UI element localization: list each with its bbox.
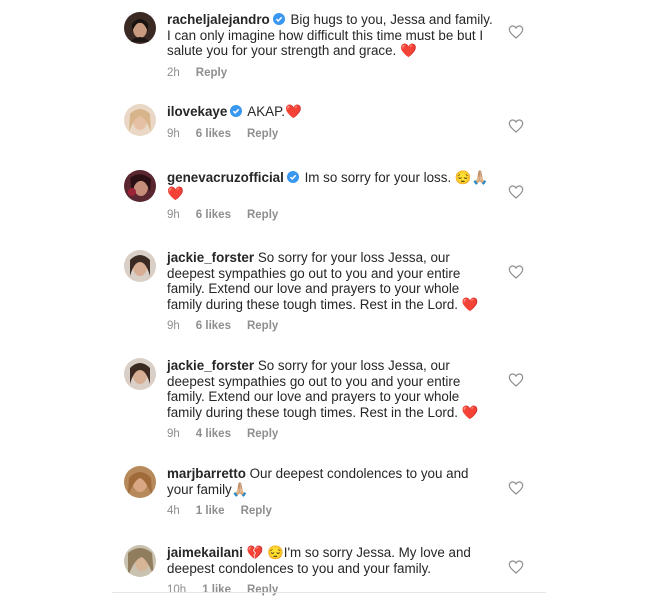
like-heart-icon[interactable] [508, 372, 524, 388]
comment-meta: 9h 6 likes Reply [167, 127, 497, 143]
likes-count[interactable]: 1 like [196, 505, 225, 517]
avatar[interactable] [124, 466, 156, 498]
reply-button[interactable]: Reply [241, 505, 272, 517]
verified-badge-icon [230, 105, 243, 117]
comment-meta: 4h 1 like Reply [167, 504, 497, 520]
reply-button[interactable]: Reply [247, 320, 278, 332]
like-heart-icon[interactable] [508, 264, 524, 280]
comment-time: 9h [167, 320, 180, 332]
comment-time: 4h [167, 505, 180, 517]
comment-time: 9h [167, 127, 180, 140]
username-link[interactable]: jackie_forster [167, 250, 254, 265]
comment-time: 9h [167, 209, 180, 221]
reply-button[interactable]: Reply [247, 128, 278, 140]
username-link[interactable]: ilovekaye [167, 104, 227, 119]
like-heart-icon[interactable] [508, 118, 524, 134]
comment-body: genevacruzofficial Im so sorry for your … [167, 170, 497, 224]
avatar[interactable] [124, 104, 156, 136]
reply-button[interactable]: Reply [247, 584, 278, 596]
likes-count[interactable]: 1 like [202, 584, 231, 596]
comment-body: jackie_forster So sorry for your loss Je… [167, 358, 497, 443]
comment-body: jackie_forster So sorry for your loss Je… [167, 250, 497, 335]
username-link[interactable]: jackie_forster [167, 358, 254, 373]
username-link[interactable]: jaimekailani [167, 545, 243, 560]
comment-time: 9h [167, 428, 180, 440]
reply-button[interactable]: Reply [247, 428, 278, 440]
avatar[interactable] [124, 358, 156, 390]
likes-count[interactable]: 6 likes [196, 209, 231, 221]
likes-count[interactable]: 6 likes [196, 320, 231, 332]
comment-meta: 9h 4 likes Reply [167, 427, 497, 443]
like-heart-icon[interactable] [508, 24, 524, 40]
comment-meta: 9h 6 likes Reply [167, 319, 497, 335]
comment-time: 10h [167, 584, 187, 596]
comment-body: ilovekaye AKAP.❤️ 9h 6 likes Reply [167, 104, 497, 142]
verified-badge-icon [286, 171, 299, 183]
username-link[interactable]: racheljalejandro [167, 12, 270, 27]
comment-body: racheljalejandro Big hugs to you, Jessa … [167, 12, 497, 81]
reply-button[interactable]: Reply [196, 67, 227, 79]
avatar[interactable] [124, 545, 156, 577]
avatar[interactable] [124, 12, 156, 44]
comment-time: 2h [167, 66, 180, 79]
comment-meta: 10h 1 like Reply [167, 583, 497, 599]
comment-text: AKAP.❤️ [247, 104, 302, 119]
comment-meta: 2h Reply [167, 66, 497, 82]
comment-meta: 9h 6 likes Reply [167, 208, 497, 224]
comment-body: jaimekailani 💔 😔I'm so sorry Jessa. My l… [167, 545, 497, 599]
avatar[interactable] [124, 170, 156, 202]
like-heart-icon[interactable] [508, 480, 524, 496]
comment-body: marjbarretto Our deepest condolences to … [167, 466, 497, 520]
avatar[interactable] [124, 250, 156, 282]
bottom-divider [112, 592, 546, 593]
comments-list: racheljalejandro Big hugs to you, Jessa … [112, 0, 546, 600]
likes-count[interactable]: 6 likes [196, 128, 231, 140]
username-link[interactable]: genevacruzofficial [167, 170, 284, 185]
username-link[interactable]: marjbarretto [167, 466, 246, 481]
reply-button[interactable]: Reply [247, 209, 278, 221]
like-heart-icon[interactable] [508, 184, 524, 200]
like-heart-icon[interactable] [508, 559, 524, 575]
likes-count[interactable]: 4 likes [196, 428, 231, 440]
verified-badge-icon [272, 13, 285, 25]
